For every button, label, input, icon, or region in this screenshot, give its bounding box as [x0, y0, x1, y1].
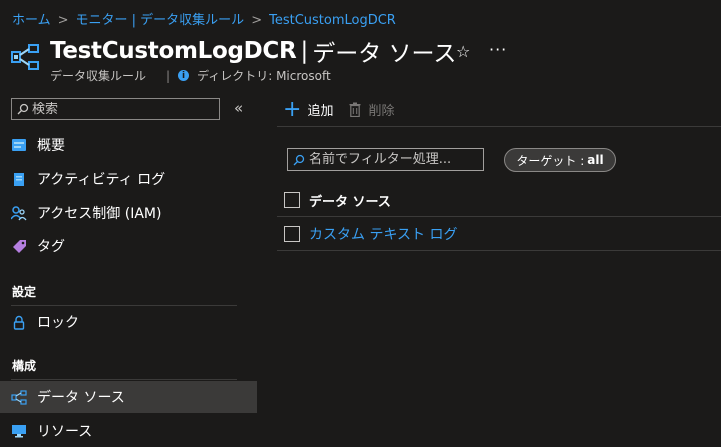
favorite-star-icon[interactable]: ☆ [456, 42, 470, 61]
section-heading-settings: 設定 [12, 285, 37, 299]
title-separator: | [300, 38, 309, 64]
table-row: カスタム テキスト ログ [277, 217, 721, 251]
row-divider [277, 250, 721, 251]
breadcrumb-home[interactable]: ホーム [12, 13, 51, 28]
resource-name: TestCustomLogDCR [50, 38, 297, 64]
filter-input[interactable] [309, 152, 477, 167]
sidebar-item-label: リソース [37, 424, 93, 440]
name-filter[interactable] [287, 148, 484, 171]
breadcrumb: ホーム > モニター | データ収集ルール > TestCustomLogDCR [12, 9, 396, 28]
lock-icon [11, 314, 27, 330]
sidebar-item-label: ロック [37, 315, 79, 331]
delete-button[interactable]: 削除 [349, 100, 394, 119]
row-checkbox[interactable] [284, 226, 300, 242]
sidebar-search[interactable] [11, 98, 220, 120]
select-all-checkbox[interactable] [284, 192, 300, 208]
plus-icon: + [283, 96, 302, 122]
resource-type: データ収集ルール [50, 69, 147, 83]
sidebar-item-access-control[interactable]: アクセス制御 (IAM) [0, 197, 257, 229]
chevron-right-icon: > [57, 13, 69, 28]
trash-icon [349, 102, 361, 117]
column-header-data-source: データ ソース [309, 194, 391, 210]
sidebar-item-label: 概要 [37, 138, 65, 154]
pill-label: ターゲット : [516, 153, 585, 168]
sidebar-item-activity-log[interactable]: アクティビティ ログ [0, 163, 257, 195]
breadcrumb-dcr[interactable]: モニター | データ収集ルール [76, 13, 245, 28]
sidebar-item-resources[interactable]: リソース [0, 415, 257, 447]
sidebar-item-label: データ ソース [37, 390, 125, 406]
search-icon [293, 154, 305, 165]
sidebar-item-data-sources[interactable]: データ ソース [0, 381, 257, 413]
sidebar-item-overview[interactable]: 概要 [0, 129, 257, 161]
page-subtitle: データ収集ルール | i ディレクトリ: Microsoft [50, 67, 331, 84]
search-icon [17, 103, 29, 115]
section-name: データ ソース [312, 41, 457, 67]
pill-value: all [587, 153, 604, 167]
more-options-icon[interactable]: ··· [489, 40, 507, 59]
info-icon: i [178, 70, 190, 81]
data-collection-rule-icon [11, 44, 39, 70]
target-filter-pill[interactable]: ターゲット : all [504, 148, 616, 172]
chevron-right-icon: > [251, 13, 263, 28]
sidebar-item-label: アクセス制御 (IAM) [37, 206, 162, 222]
sidebar: « 概要 アクティビティ ログ アクセス制御 (IAM) タグ 設定 ロック 構… [0, 96, 257, 442]
section-heading-config: 構成 [12, 359, 37, 373]
data-source-link[interactable]: カスタム テキスト ログ [309, 224, 457, 244]
overview-icon [11, 137, 27, 153]
directory-label: ディレクトリ: Microsoft [197, 69, 331, 83]
page-title: TestCustomLogDCR | データ ソース [50, 34, 456, 68]
breadcrumb-resource[interactable]: TestCustomLogDCR [269, 13, 396, 28]
add-button-label: 追加 [307, 104, 334, 119]
table-header-row: データ ソース [277, 183, 721, 217]
toolbar-divider [277, 126, 721, 127]
sidebar-item-label: アクティビティ ログ [37, 172, 166, 188]
sidebar-item-label: タグ [37, 239, 65, 255]
access-control-icon [11, 205, 27, 221]
sidebar-item-tags[interactable]: タグ [0, 230, 257, 262]
sidebar-item-lock[interactable]: ロック [0, 306, 257, 338]
command-bar: + 追加 削除 [283, 96, 410, 122]
sidebar-search-input[interactable] [32, 101, 212, 117]
delete-button-label: 削除 [368, 104, 395, 119]
data-source-icon [11, 389, 27, 405]
section-divider [11, 379, 237, 380]
resource-icon [11, 423, 27, 439]
tag-icon [11, 238, 27, 254]
subtitle-divider: | [166, 68, 171, 83]
collapse-sidebar-icon[interactable]: « [234, 99, 243, 117]
add-button[interactable]: + 追加 [283, 96, 334, 122]
activity-log-icon [11, 171, 27, 187]
